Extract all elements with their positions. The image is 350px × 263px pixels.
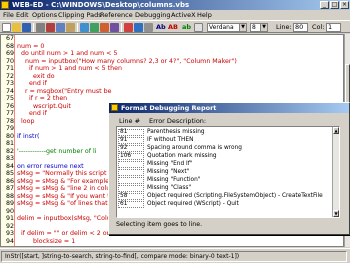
error-line-number [118,177,144,184]
menu-edit[interactable]: Edit [16,10,29,20]
error-description: Spacing around comma is wrong [147,145,242,151]
error-row[interactable]: 91 IF without THEN [117,137,333,144]
dialog-icon [111,104,118,111]
dialog-title-bar[interactable]: Format Debugging Report [109,103,349,113]
app-icon [1,1,9,9]
find-icon[interactable] [100,23,109,32]
paste-icon[interactable] [66,23,75,32]
error-line-number [118,169,144,176]
error-description: Object required (WScript) - Quit [147,201,239,207]
dialog-title: Format Debugging Report [121,104,217,112]
copy-icon[interactable] [56,23,65,32]
error-row[interactable]: 58 Object required (Scripting.FileSystemO… [117,193,333,200]
toolbar-separator [33,23,34,32]
error-line-number: 81 [118,129,144,136]
error-description: IF without THEN [147,137,194,143]
line-label: Line: [276,23,292,31]
menu-bar: File Edit Options Clipping Pads Referenc… [0,10,350,20]
toolbar: Ab AB ab Verdana ▼ 8 ▼ Line: 80 Col: 1 [0,20,350,33]
code-line: 94 blocksize = 1 [1,237,343,246]
font-size-select[interactable]: 8 ▼ [250,23,268,32]
error-description: Missing "End If" [147,161,193,167]
menu-debugging[interactable]: Debugging [135,10,171,20]
column-header-description: Error Description: [149,117,207,125]
error-line-number: 91 [118,137,144,144]
undo-icon[interactable] [80,23,89,32]
syntax-hint: InStr([start, ]string-to-search, string-… [1,251,347,262]
run-script-icon[interactable] [124,23,133,32]
chevron-down-icon[interactable]: ▼ [260,24,267,31]
line-number: 94 [5,237,14,245]
menu-activex[interactable]: ActiveX [171,10,196,20]
scroll-down-icon[interactable]: ▼ [333,210,339,217]
scroll-up-icon[interactable]: ▲ [333,127,339,134]
error-row[interactable]: Missing "Function" [117,177,333,184]
open-folder-icon[interactable] [12,23,21,32]
error-line-number: 61 [118,201,144,208]
column-header-line: Line # [119,117,141,125]
close-button[interactable]: × [340,1,349,9]
redo-icon[interactable] [90,23,99,32]
proper-case-button[interactable]: Ab [156,22,166,33]
error-row[interactable]: Missing "Class" [117,185,333,192]
dialog-scrollbar[interactable]: ▲ ▼ [332,127,339,217]
new-file-icon[interactable] [2,23,11,32]
error-row[interactable]: 106 Quotation mark missing [117,153,333,160]
error-row[interactable]: Missing "End If" [117,161,333,168]
error-list[interactable]: 81 Parenthesis missing 91 IF without THEN 92… [116,126,340,218]
font-family-select[interactable]: Verdana ▼ [207,23,247,32]
error-line-number [118,161,144,168]
upper-case-button[interactable]: AB [168,22,178,33]
app-window: WEB-ED - C:\WINDOWS\Desktop\columns.vbs … [0,0,350,263]
error-description: Object required (Scripting.FileSystemObj… [147,193,323,199]
col-number-field[interactable]: 1 [326,23,341,32]
error-row[interactable]: 81 Parenthesis missing [117,129,333,136]
menu-help[interactable]: Help [197,10,212,20]
indent-icon[interactable] [194,23,203,32]
toolbar-separator [77,23,78,32]
dialog-status: Selecting item goes to line. [116,221,203,228]
error-row[interactable]: 61 Object required (WScript) - Quit [117,201,333,208]
error-line-number: 58 [118,193,144,200]
error-line-number [118,185,144,192]
debug-icon[interactable] [134,23,143,32]
code-text: blocksize = 1 [17,237,76,245]
menu-clipping-pads[interactable]: Clipping Pads [58,10,102,20]
font-size-value: 8 [252,24,256,31]
maximize-button[interactable]: □ [330,1,339,9]
line-number-field[interactable]: 80 [293,23,308,32]
error-description: Missing "Class" [147,185,192,191]
error-description: Parenthesis missing [147,129,205,135]
replace-icon[interactable] [110,23,119,32]
error-line-number: 106 [118,153,144,160]
menu-options[interactable]: Options [32,10,57,20]
col-label: Col: [312,23,325,31]
error-description: Missing "Function" [147,177,201,183]
menu-reference[interactable]: Reference [100,10,133,20]
print-icon[interactable] [36,23,45,32]
lower-case-button[interactable]: ab [182,22,191,33]
error-row[interactable]: 92 Spacing around comma is wrong [117,145,333,152]
chevron-down-icon[interactable]: ▼ [239,24,246,31]
title-bar[interactable]: WEB-ED - C:\WINDOWS\Desktop\columns.vbs … [0,0,350,10]
toolbar-separator [121,23,122,32]
cut-icon[interactable] [46,23,55,32]
font-family-value: Verdana [209,24,234,31]
error-line-number: 92 [118,145,144,152]
error-description: Missing "Next" [147,169,190,175]
error-row[interactable]: Missing "Next" [117,169,333,176]
minimize-button[interactable]: _ [320,1,329,9]
menu-file[interactable]: File [3,10,14,20]
status-bar: InStr([start, ]string-to-search, string-… [0,248,350,263]
error-description: Quotation mark missing [147,153,217,159]
stop-icon[interactable] [144,23,153,32]
debugging-report-dialog: Format Debugging Report Line # Error Des… [108,102,350,235]
save-icon[interactable] [22,23,31,32]
window-title: WEB-ED - C:\WINDOWS\Desktop\columns.vbs [12,1,190,9]
